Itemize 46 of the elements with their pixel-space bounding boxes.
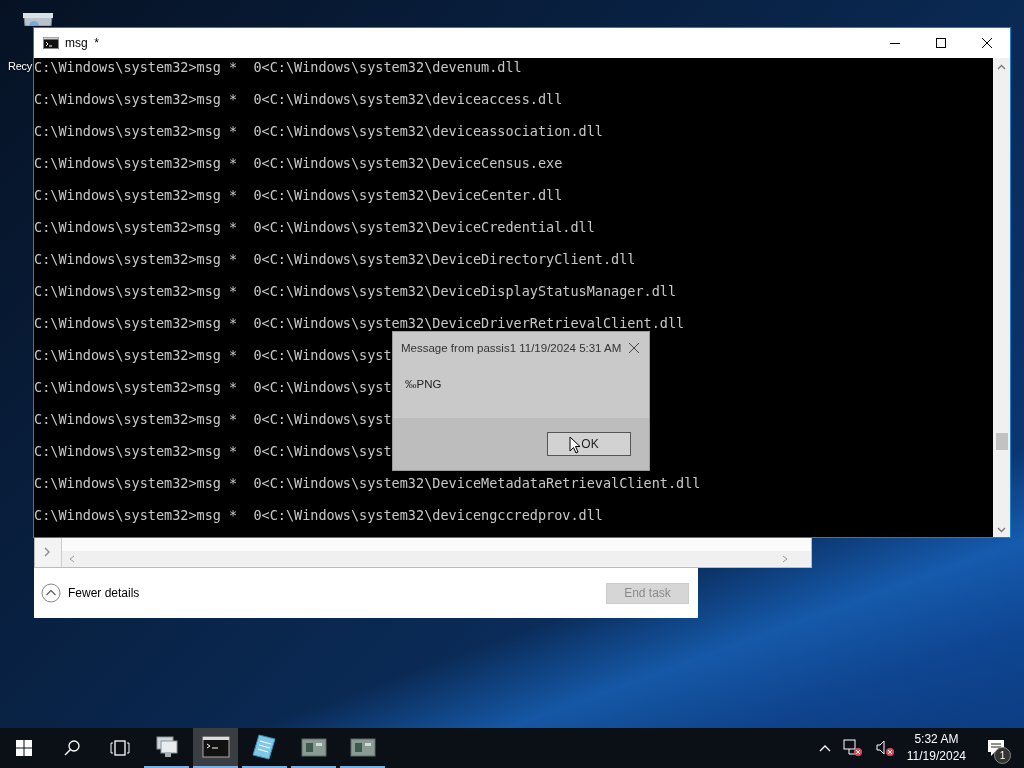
- clock-date: 11/19/2024: [906, 748, 966, 765]
- search-icon: [64, 740, 80, 756]
- notification-count: 1: [994, 747, 1011, 764]
- console-line: C:\Windows\system32>msg * 0<C:\Windows\system32\DeviceCensus.exe: [34, 155, 563, 171]
- console-line: C:\Windows\system32>msg * 0<C:\Windows\system32\DeviceDriverRetrievalClient.dll: [34, 315, 685, 331]
- clock[interactable]: 5:32 AM 11/19/2024: [906, 731, 966, 765]
- speaker-muted-icon[interactable]: [874, 739, 895, 757]
- collapse-up-icon[interactable]: [41, 583, 61, 603]
- console-line: C:\Windows\system32>msg * 0<C:\Windows\syst: [34, 443, 392, 459]
- dialog-title: Message from passis1 11/19/2024 5:31 AM: [401, 342, 622, 354]
- taskbar-app-button[interactable]: [193, 728, 238, 768]
- maximize-icon: [936, 38, 946, 48]
- console-line: C:\Windows\system32>msg * 0<C:\Windows\syst: [34, 347, 392, 363]
- console-line: C:\Windows\system32>msg * 0<C:\Windows\system32\devenum.dll: [34, 59, 522, 75]
- scroll-down-icon[interactable]: [997, 527, 1006, 533]
- ok-button[interactable]: OK: [547, 432, 631, 456]
- console-line: C:\Windows\system32>msg * 0<C:\Windows\syst: [34, 411, 392, 427]
- console-line: C:\Windows\system32>msg * 0<C:\Windows\system32\DeviceCredential.dll: [34, 219, 595, 235]
- window-title: msg *: [65, 36, 100, 50]
- console-line: C:\Windows\system32>msg * 0<C:\Windows\syst: [34, 379, 392, 395]
- fewer-details-link[interactable]: Fewer details: [68, 586, 140, 600]
- show-hidden-icons-icon[interactable]: [818, 744, 831, 752]
- console-line: C:\Windows\system32>msg * 0<C:\Windows\system32\devicengccredprov.dll: [34, 507, 603, 523]
- clock-time: 5:32 AM: [913, 731, 960, 748]
- scroll-up-icon[interactable]: [997, 64, 1006, 70]
- message-text: ‰PNG: [404, 377, 443, 392]
- notepad-icon: [250, 733, 279, 761]
- console-line: C:\Windows\system32>msg * 0<C:\Windows\system32\DeviceMetadataRetrievalClient.dll: [34, 475, 701, 491]
- close-icon[interactable]: [629, 343, 639, 353]
- console-line: C:\Windows\system32>msg * 0<C:\Windows\system32\DeviceDisplayStatusManager.dll: [34, 283, 677, 299]
- console-line: C:\Windows\system32>msg * 0<C:\Windows\system32\DeviceDirectoryClient.dll: [34, 251, 636, 267]
- task-view-icon: [110, 740, 130, 756]
- console-icon: [201, 733, 230, 761]
- console-line: C:\Windows\system32>msg * 0<C:\Windows\system32\deviceassociation.dll: [34, 123, 603, 139]
- console-line: C:\Windows\system32>msg * 0<C:\Windows\system32\deviceaccess.dll: [34, 91, 563, 107]
- windows-logo-icon: [16, 740, 32, 756]
- chevron-right-icon[interactable]: [43, 546, 51, 558]
- vertical-scrollbar[interactable]: [993, 58, 1010, 537]
- pointer-icon: [569, 436, 581, 454]
- close-icon: [982, 38, 992, 48]
- console-icon: [43, 37, 59, 49]
- network-error-icon[interactable]: [842, 739, 863, 757]
- icon-label: Recy: [8, 60, 32, 72]
- action-center-button[interactable]: 1: [976, 728, 1016, 768]
- console-line: C:\Windows\system32>msg * 0<C:\Windows\system32\DeviceCenter.dll: [34, 187, 563, 203]
- scroll-thumb[interactable]: [995, 433, 1008, 450]
